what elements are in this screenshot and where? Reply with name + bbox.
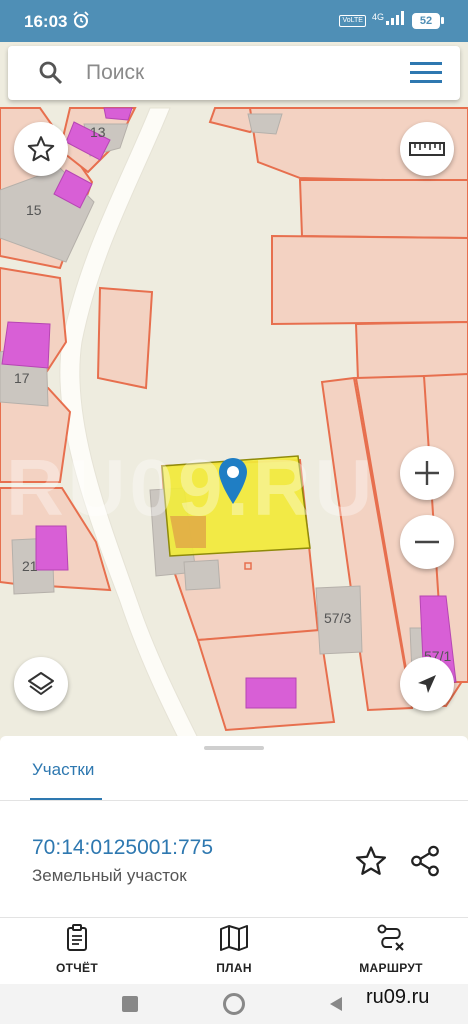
menu-icon[interactable] [406, 58, 446, 88]
report-label: ОТЧЁТ [56, 961, 98, 975]
favorites-button[interactable] [14, 122, 68, 176]
add-favorite-button[interactable] [354, 844, 394, 880]
battery-icon: 52 [412, 12, 444, 29]
parcel-type: Земельный участок [32, 866, 187, 885]
plus-icon [415, 461, 439, 485]
sheet-drag-handle[interactable] [204, 746, 264, 750]
route-label: МАРШРУТ [359, 961, 423, 975]
house-number-label: 15 [26, 202, 42, 218]
divider [0, 800, 468, 801]
layers-icon [28, 672, 54, 695]
route-icon [377, 924, 404, 951]
navigation-arrow-icon [418, 675, 436, 693]
recent-apps-icon[interactable] [122, 996, 138, 1012]
my-location-button[interactable] [400, 657, 454, 711]
house-number-label: 13 [90, 124, 106, 140]
cadastral-map [0, 107, 468, 742]
bottom-sheet: Участки 70:14:0125001:775 Земельный учас… [0, 736, 468, 984]
search-input[interactable] [86, 56, 386, 90]
search-icon[interactable] [38, 60, 64, 91]
back-icon[interactable] [328, 996, 344, 1017]
volte-icon: VoLTE [339, 14, 366, 27]
status-time: 16:03 [24, 12, 68, 31]
ruler-button[interactable] [400, 122, 454, 176]
ruler-icon [409, 142, 445, 156]
share-button[interactable] [408, 844, 448, 880]
house-number-label: 57/3 [324, 610, 352, 626]
star-icon [27, 136, 55, 162]
map-plan-icon [220, 925, 248, 951]
star-icon [355, 846, 387, 875]
signal-icon [386, 11, 406, 30]
minus-icon [415, 540, 439, 544]
status-bar: 16:03 VoLTE 4G 52 [0, 0, 468, 42]
house-number-label: 17 [14, 370, 30, 386]
house-number-label: 21 [22, 558, 38, 574]
cadastral-number[interactable]: 70:14:0125001:775 [32, 836, 213, 860]
location-pin-icon[interactable] [217, 456, 249, 511]
search-bar [8, 46, 460, 100]
home-icon[interactable] [223, 993, 245, 1015]
battery-level: 52 [412, 12, 440, 29]
share-icon [411, 845, 439, 877]
route-button[interactable]: МАРШРУТ [336, 924, 446, 975]
layers-button[interactable] [14, 657, 68, 711]
report-button[interactable]: ОТЧЁТ [22, 924, 132, 975]
zoom-out-button[interactable] [400, 515, 454, 569]
site-watermark: ru09.ru [366, 986, 430, 1008]
map-watermark: RU09.RU [6, 443, 377, 532]
plan-button[interactable]: ПЛАН [179, 924, 289, 975]
map-view[interactable]: 13 15 17 21 57/3 57/1 RU09.RU [0, 42, 468, 742]
divider [0, 917, 468, 918]
plan-label: ПЛАН [216, 961, 252, 975]
network-type: 4G [371, 11, 384, 22]
report-icon [67, 924, 87, 951]
zoom-in-button[interactable] [400, 446, 454, 500]
alarm-icon [72, 11, 90, 34]
tab-parcels[interactable]: Участки [32, 760, 94, 780]
